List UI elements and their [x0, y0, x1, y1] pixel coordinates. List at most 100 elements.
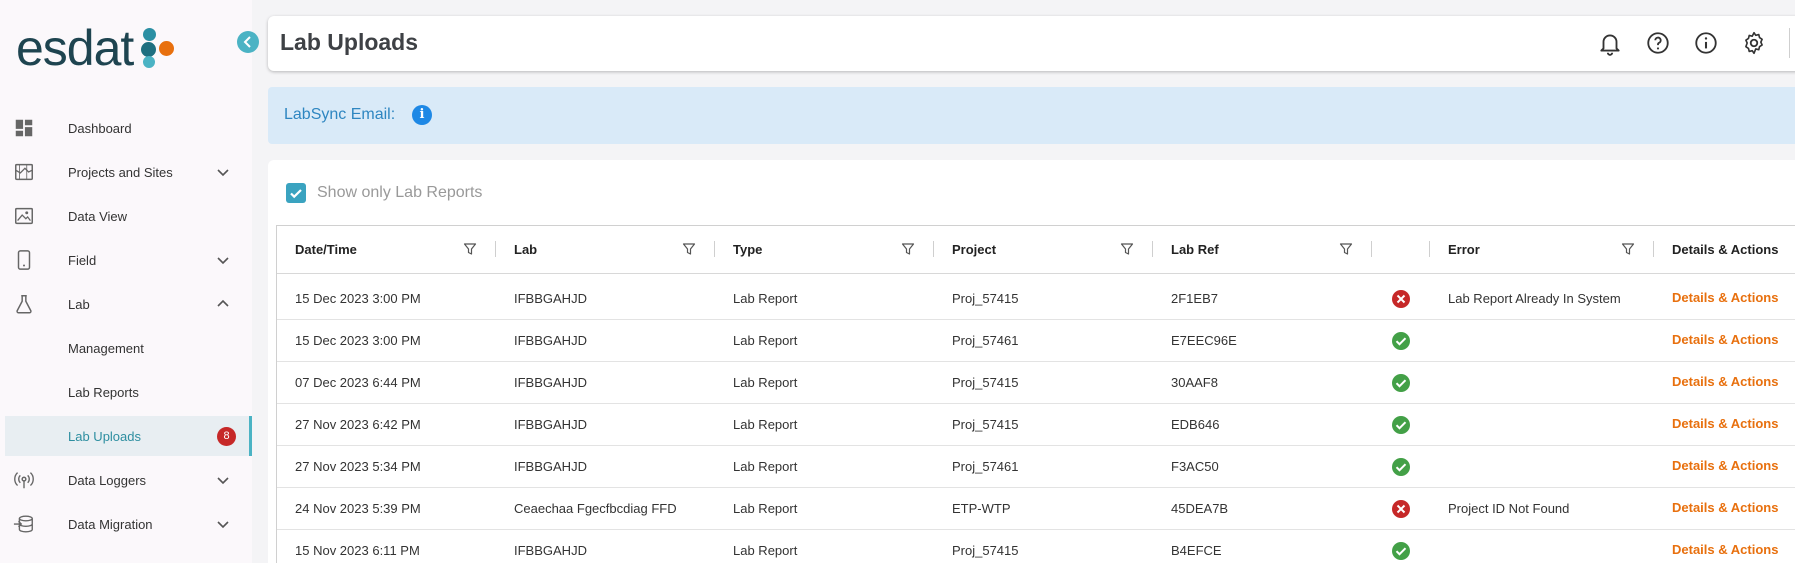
broadcast-icon	[14, 472, 34, 489]
collapse-sidebar-button[interactable]	[237, 31, 259, 53]
column-header-status[interactable]	[1372, 226, 1430, 274]
sidebar-item-label: Lab Uploads	[68, 428, 141, 444]
sidebar-item-lab[interactable]: Lab	[0, 284, 252, 324]
cell-error: Project ID Not Found	[1448, 501, 1570, 516]
column-label: Error	[1448, 242, 1480, 257]
cell-type: Lab Report	[733, 375, 798, 390]
details-actions-link[interactable]: Details & Actions	[1672, 290, 1778, 305]
column-header-datetime[interactable]: Date/Time	[277, 226, 496, 274]
sidebar-item-label: Data Loggers	[68, 472, 147, 488]
cell-datetime: 24 Nov 2023 5:39 PM	[295, 501, 421, 516]
show-only-lab-reports-checkbox[interactable]: Show only Lab Reports	[286, 183, 482, 203]
filter-icon[interactable]	[1621, 242, 1635, 256]
database-import-icon	[13, 515, 33, 533]
filter-icon[interactable]	[463, 242, 477, 256]
sidebar: esdat Dashboard Projects and Sites Data …	[0, 0, 252, 563]
info-icon[interactable]	[1693, 30, 1719, 56]
esdat-logo[interactable]: esdat	[16, 18, 175, 78]
cell-lab: IFBBGAHJD	[514, 543, 587, 558]
column-label: Date/Time	[295, 242, 357, 257]
chevron-down-icon[interactable]	[216, 253, 230, 267]
cell-datetime: 07 Dec 2023 6:44 PM	[295, 375, 421, 390]
error-x-icon	[1392, 500, 1410, 518]
labsync-email-label: LabSync Email:	[284, 106, 396, 123]
table-row[interactable]: 27 Nov 2023 6:42 PM IFBBGAHJD Lab Report Pr…	[277, 404, 1795, 446]
sidebar-subitem-lab-reports[interactable]: Lab Reports	[0, 372, 252, 412]
filter-icon[interactable]	[1120, 242, 1134, 256]
success-check-icon	[1392, 332, 1410, 350]
sidebar-item-label: Management	[68, 340, 144, 356]
cell-datetime: 27 Nov 2023 6:42 PM	[295, 417, 421, 432]
cell-project: Proj_57415	[952, 417, 1019, 432]
filter-icon[interactable]	[901, 242, 915, 256]
cell-lab: IFBBGAHJD	[514, 333, 587, 348]
cell-lab: IFBBGAHJD	[514, 459, 587, 474]
chevron-up-icon[interactable]	[216, 297, 230, 311]
column-header-type[interactable]: Type	[715, 226, 934, 274]
column-header-error[interactable]: Error	[1430, 226, 1654, 274]
details-actions-link[interactable]: Details & Actions	[1672, 542, 1778, 557]
column-header-lab[interactable]: Lab	[496, 226, 715, 274]
error-x-icon	[1392, 290, 1410, 308]
sidebar-item-data-view[interactable]: Data View	[0, 196, 252, 236]
gear-icon[interactable]	[1741, 30, 1767, 56]
details-actions-link[interactable]: Details & Actions	[1672, 458, 1778, 473]
sidebar-item-label: Dashboard	[68, 120, 132, 136]
details-actions-link[interactable]: Details & Actions	[1672, 332, 1778, 347]
cell-lab-ref: 30AAF8	[1171, 375, 1218, 390]
table-row[interactable]: 24 Nov 2023 5:39 PM Ceaechaa Fgecfbcdiag …	[277, 488, 1795, 530]
table-row[interactable]: 07 Dec 2023 6:44 PM IFBBGAHJD Lab Report Pr…	[277, 362, 1795, 404]
details-actions-link[interactable]: Details & Actions	[1672, 374, 1778, 389]
cell-datetime: 15 Nov 2023 6:11 PM	[295, 543, 420, 558]
header-divider	[1789, 28, 1790, 58]
chevron-down-icon[interactable]	[216, 473, 230, 487]
cell-lab-ref: B4EFCE	[1171, 543, 1222, 558]
filter-icon[interactable]	[1339, 242, 1353, 256]
lab-uploads-table: Date/Time Lab Type Project Lab Ref Error…	[276, 225, 1795, 563]
table-row[interactable]: 15 Nov 2023 6:11 PM IFBBGAHJD Lab Report Pr…	[277, 530, 1795, 563]
cell-type: Lab Report	[733, 543, 798, 558]
sidebar-subitem-lab-uploads[interactable]: Lab Uploads 8	[5, 416, 252, 456]
filter-icon[interactable]	[682, 242, 696, 256]
cell-lab-ref: F3AC50	[1171, 459, 1219, 474]
cell-lab-ref: 45DEA7B	[1171, 501, 1229, 516]
table-row[interactable]: 15 Dec 2023 3:00 PM IFBBGAHJD Lab Report Pr…	[277, 278, 1795, 320]
details-actions-link[interactable]: Details & Actions	[1672, 416, 1778, 431]
column-label: Lab	[514, 242, 538, 257]
flask-icon	[16, 295, 32, 314]
cell-project: Proj_57461	[952, 459, 1019, 474]
chevron-down-icon[interactable]	[216, 517, 230, 531]
success-check-icon	[1392, 374, 1410, 392]
column-label: Lab Ref	[1171, 242, 1219, 257]
chevron-left-icon	[243, 36, 251, 48]
info-icon[interactable]: i	[412, 105, 432, 125]
table-row[interactable]: 15 Dec 2023 3:00 PM IFBBGAHJD Lab Report Pr…	[277, 320, 1795, 362]
sidebar-item-field[interactable]: Field	[0, 240, 252, 280]
sidebar-item-dashboard[interactable]: Dashboard	[0, 108, 252, 148]
cell-project: Proj_57415	[952, 291, 1019, 306]
cell-project: Proj_57461	[952, 333, 1019, 348]
mobile-icon	[17, 250, 31, 270]
sidebar-subitem-management[interactable]: Management	[0, 328, 252, 368]
table-header: Date/Time Lab Type Project Lab Ref Error…	[277, 226, 1795, 274]
page-title: Lab Uploads	[280, 29, 419, 55]
success-check-icon	[1392, 458, 1410, 476]
sidebar-item-label: Lab Reports	[68, 384, 139, 400]
sidebar-item-data-loggers[interactable]: Data Loggers	[0, 460, 252, 500]
column-label: Type	[733, 242, 763, 257]
column-header-lab-ref[interactable]: Lab Ref	[1153, 226, 1372, 274]
chevron-down-icon[interactable]	[216, 165, 230, 179]
logo-text: esdat	[16, 20, 134, 76]
sidebar-item-data-migration[interactable]: Data Migration	[0, 504, 252, 544]
sidebar-item-projects-and-sites[interactable]: Projects and Sites	[0, 152, 252, 192]
table-row[interactable]: 27 Nov 2023 5:34 PM IFBBGAHJD Lab Report Pr…	[277, 446, 1795, 488]
help-icon[interactable]	[1645, 30, 1671, 56]
cell-type: Lab Report	[733, 417, 798, 432]
column-header-project[interactable]: Project	[934, 226, 1153, 274]
cell-type: Lab Report	[733, 459, 798, 474]
map-icon	[15, 163, 33, 181]
checkbox-checked-icon[interactable]	[286, 183, 306, 203]
bell-icon[interactable]	[1597, 30, 1623, 56]
cell-lab-ref: E7EEC96E	[1171, 333, 1237, 348]
details-actions-link[interactable]: Details & Actions	[1672, 500, 1778, 515]
